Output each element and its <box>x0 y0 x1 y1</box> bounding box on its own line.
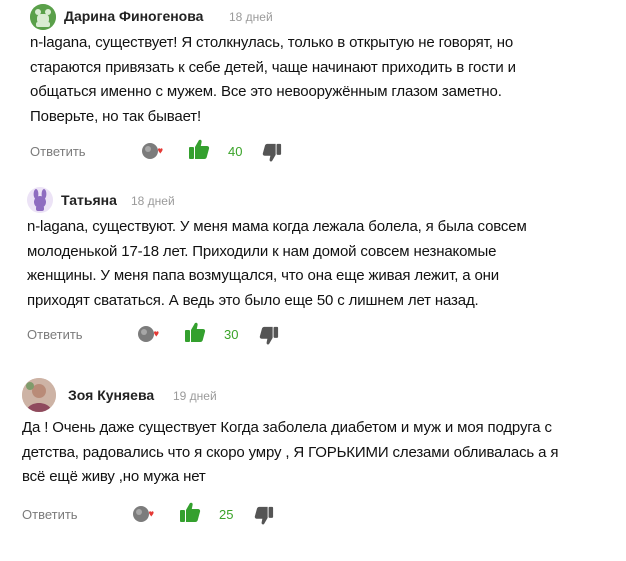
comment: Татьяна 18 дней n-lagana, существуют. У … <box>0 180 626 350</box>
thumbs-up-icon[interactable] <box>179 501 201 523</box>
thumbs-down-icon[interactable] <box>254 506 274 526</box>
comment: Зоя Куняева 19 дней Да ! Очень даже суще… <box>0 370 626 550</box>
comment-author[interactable]: Зоя Куняева <box>68 387 154 403</box>
comment: Дарина Финогенова 18 дней n-lagana, суще… <box>0 0 626 175</box>
reactions-icon[interactable] <box>141 141 165 161</box>
reply-button[interactable]: Ответить <box>30 144 86 159</box>
comment-text-line: всё ещё живу ,но мужа нет <box>22 468 206 485</box>
comment-text-line: молоденькой 17-18 лет. Приходили к нам д… <box>27 242 497 260</box>
comment-author[interactable]: Татьяна <box>61 192 117 208</box>
reactions-icon[interactable] <box>137 324 161 344</box>
thumbs-down-icon[interactable] <box>259 326 279 346</box>
comment-date: 18 дней <box>229 10 273 24</box>
user-photo-avatar[interactable] <box>22 378 56 412</box>
comment-text-line: стараются привязать к себе детей, чаще н… <box>30 58 516 76</box>
purple-rabbit-avatar-icon[interactable] <box>27 187 53 213</box>
comment-text-line: n-lagana, существуют. У меня мама когда … <box>27 218 527 235</box>
like-count: 40 <box>228 144 243 159</box>
like-count: 30 <box>224 327 239 342</box>
comment-author[interactable]: Дарина Финогенова <box>64 8 203 24</box>
comment-text-line: женщины. У меня папа возмущался, что она… <box>27 267 500 284</box>
comment-text-line: приходят свататься. А ведь это было еще … <box>27 291 479 309</box>
like-count: 25 <box>219 507 234 522</box>
comment-text-line: Поверьте, но так бывает! <box>30 107 201 125</box>
comment-date: 19 дней <box>173 389 217 403</box>
comment-text-line: детства, радовались что я скоро умру , Я… <box>22 443 559 461</box>
comment-text: Да ! Очень даже существует Когда заболел… <box>22 416 558 490</box>
green-bear-avatar-icon[interactable] <box>30 4 56 30</box>
thumbs-up-icon[interactable] <box>184 321 206 343</box>
thumbs-down-icon[interactable] <box>262 143 282 163</box>
comment-text-line: n-lagana, существует! Я столкнулась, тол… <box>30 34 514 51</box>
comment-text-line: общаться именно с мужем. Все это невоору… <box>30 83 502 100</box>
comment-date: 18 дней <box>131 194 175 208</box>
reply-button[interactable]: Ответить <box>22 507 78 522</box>
thumbs-up-icon[interactable] <box>188 138 210 160</box>
comment-text: n-lagana, существует! Я столкнулась, тол… <box>30 31 516 129</box>
reply-button[interactable]: Ответить <box>27 327 83 342</box>
comment-text-line: Да ! Очень даже существует Когда заболел… <box>22 419 552 436</box>
reactions-icon[interactable] <box>132 504 156 524</box>
comment-text: n-lagana, существуют. У меня мама когда … <box>27 215 527 313</box>
